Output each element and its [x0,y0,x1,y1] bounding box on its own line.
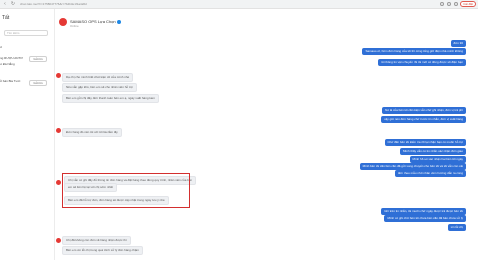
list-title: Tất [2,15,10,21]
message-outgoing[interactable]: xin lỗi chị [447,224,466,231]
message-incoming[interactable]: Bên em xin lỗi chị trong quá trình xử lý… [62,246,144,255]
send-message-button[interactable]: Gửi tin [29,56,47,62]
avatar [56,73,61,78]
message-outgoing[interactable]: Mình bên tôi cần bên cần đã gửi xong chu… [359,163,466,170]
browser-toolbar: ‹ ↻ chat.zalo.me/?c=1758047776&r=7b4b3e1… [0,0,478,9]
message-incoming[interactable]: Chị đã không còn đơn về hàng nhận được t… [62,236,131,245]
reload-icon[interactable]: ↻ [10,1,16,7]
message-outgoing[interactable]: Ghi trên tin nhắn, tôi muốn chờ ngày đượ… [381,208,466,215]
profile-icon[interactable] [454,2,458,6]
message-outgoing[interactable]: Chờ đến bên tôi kiểm tra rồi lại nhận bạ… [384,139,466,146]
avatar [56,128,61,133]
avatar[interactable] [59,18,67,26]
message-incoming[interactable]: Nếu vẫn gặp khó, bên em sẽ cho nhân viên… [62,83,137,92]
back-icon[interactable]: ‹ [2,1,8,7]
highlight-annotation [62,173,190,208]
conversation-list: Tất Tìm kiếm d ng RƯỢU ANTƠ Gửi tin ư Đà… [0,9,55,260]
chat-header: SAMASO OPS Lựa Chọn Online [56,9,478,39]
conversation-item[interactable]: ở bán Bia Tươi [0,79,20,83]
message-outgoing[interactable]: Mình có ghi chờ bên tôi chưa bên cần đã … [384,215,466,222]
send-message-button[interactable]: Gửi tin [29,80,47,86]
message-incoming[interactable]: Đơn hàng đó nên tôi với tới lâu lắm lấy [62,128,122,137]
avatar [56,180,61,185]
conversation-item[interactable]: ng RƯỢU ANTƠ [0,56,23,60]
message-incoming[interactable]: Dạ chị cho mình biết chút kiện cũ của mì… [62,73,134,82]
message-outgoing[interactable]: Samaso ơi, hôm đơn hàng của tôi thì công… [362,48,466,55]
chat-status: Online [70,24,79,28]
star-icon[interactable] [440,2,444,6]
message-incoming[interactable]: Bên em gửi chị đây đơn thanh toán bên em… [62,94,160,103]
message-outgoing[interactable]: đơn theo mẫu nhờ nhân viên hướng dẫn ra … [394,170,466,177]
message-outgoing[interactable]: tôi thông tin vận chuyển rồi tôi mới có … [378,59,466,66]
chat-scrollbar[interactable] [472,40,475,260]
search-input[interactable]: Tìm kiếm [4,30,48,36]
conversation-item[interactable]: d [0,45,2,49]
message-outgoing[interactable]: Mình thấy vẫn có tin nhắn xác nhận đơn g… [399,148,466,155]
message-outgoing[interactable]: Nó là của bên tôi cần kiện vẫn chờ ghi n… [382,107,466,114]
message-outgoing[interactable]: đơn 30 [450,40,466,47]
verified-icon [116,19,121,24]
address-bar[interactable]: chat.zalo.me/?c=1758047776&r=7b4b3e1f1a4… [20,2,87,6]
message-outgoing[interactable]: vậy giờ nên đơn hàng chờ trước tin nhắn,… [381,116,466,123]
message-outgoing[interactable]: Mình hồ sơ xác nhận hai bên tới ngày [409,156,466,163]
avatar [56,238,61,243]
extensions-icon[interactable] [447,2,451,6]
profile-button[interactable]: Cài đặt [460,1,476,7]
conversation-item[interactable]: ư Đà Nẵng [0,62,15,66]
